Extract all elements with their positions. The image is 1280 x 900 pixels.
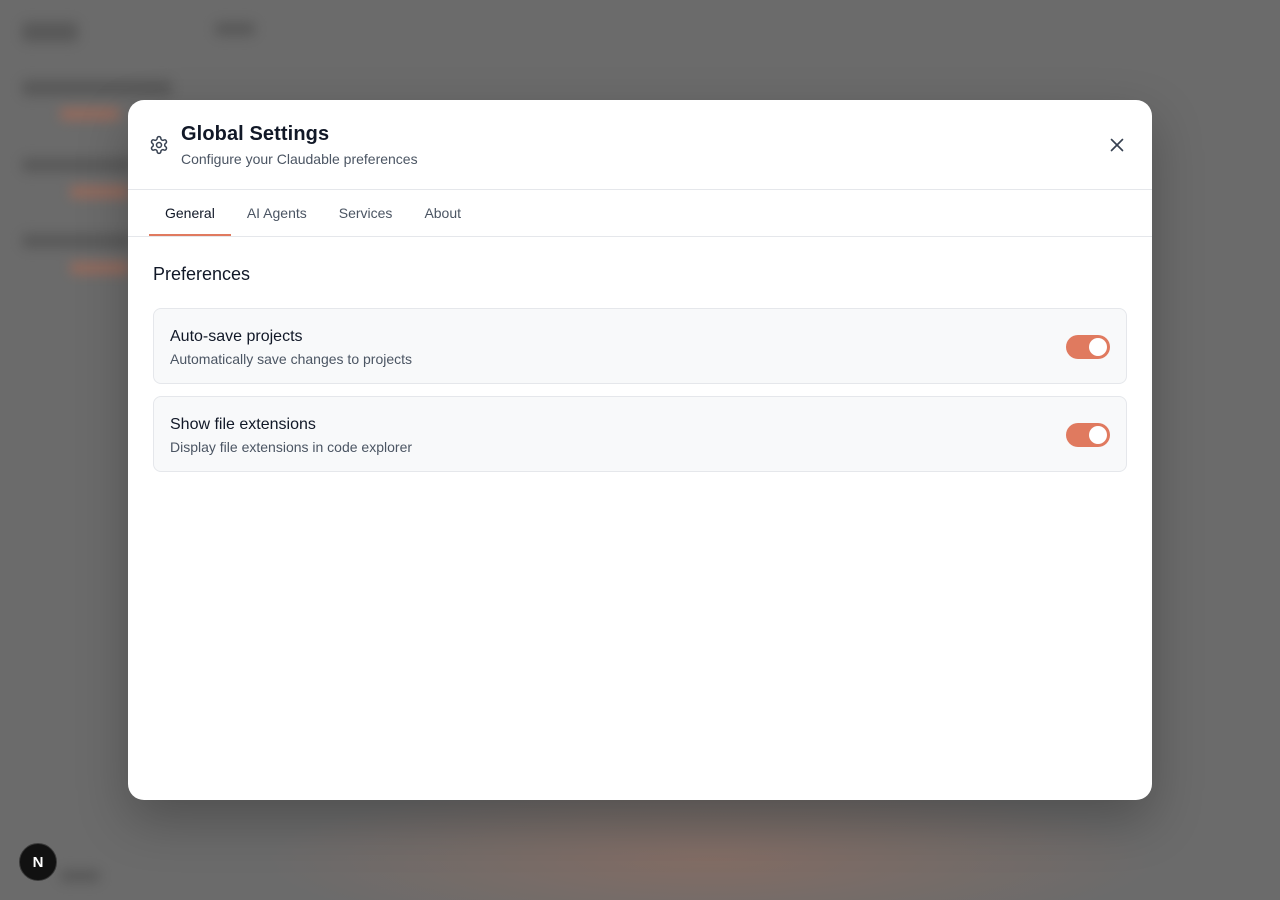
gear-icon bbox=[150, 135, 168, 155]
file-extensions-toggle[interactable] bbox=[1066, 423, 1110, 447]
preference-description: Display file extensions in code explorer bbox=[170, 439, 413, 455]
preference-card-auto-save: Auto-save projects Automatically save ch… bbox=[153, 308, 1127, 384]
preference-title: Auto-save projects bbox=[170, 328, 303, 345]
bg-logo bbox=[22, 22, 78, 42]
bg-accent-item bbox=[70, 186, 130, 198]
close-icon[interactable] bbox=[1106, 134, 1128, 156]
bg-heading bbox=[22, 234, 132, 248]
modal-title: Global Settings bbox=[181, 123, 330, 145]
preference-title: Show file extensions bbox=[170, 416, 316, 433]
bg-heading bbox=[22, 80, 172, 96]
modal-header: Global Settings Configure your Claudable… bbox=[128, 100, 1152, 190]
preference-card-file-extensions: Show file extensions Display file extens… bbox=[153, 396, 1127, 472]
general-panel: Preferences Auto-save projects Automatic… bbox=[128, 264, 1152, 472]
bg-nav-item bbox=[215, 22, 255, 36]
tab-ai-agents[interactable]: AI Agents bbox=[231, 190, 323, 236]
bg-accent-item bbox=[60, 108, 120, 120]
toggle-knob bbox=[1089, 338, 1107, 356]
modal-subtitle: Configure your Claudable preferences bbox=[181, 151, 418, 167]
settings-modal: Global Settings Configure your Claudable… bbox=[128, 100, 1152, 800]
tab-about[interactable]: About bbox=[408, 190, 477, 236]
bg-footer-item bbox=[60, 870, 100, 882]
auto-save-toggle[interactable] bbox=[1066, 335, 1110, 359]
tab-general[interactable]: General bbox=[149, 190, 231, 236]
section-title: Preferences bbox=[153, 264, 251, 284]
next-dev-badge[interactable]: N bbox=[19, 843, 57, 881]
toggle-knob bbox=[1089, 426, 1107, 444]
preference-description: Automatically save changes to projects bbox=[170, 351, 413, 367]
bg-heading bbox=[22, 158, 132, 172]
tab-services[interactable]: Services bbox=[323, 190, 409, 236]
tab-bar: General AI Agents Services About bbox=[128, 190, 1152, 237]
bg-accent-item bbox=[70, 262, 130, 274]
